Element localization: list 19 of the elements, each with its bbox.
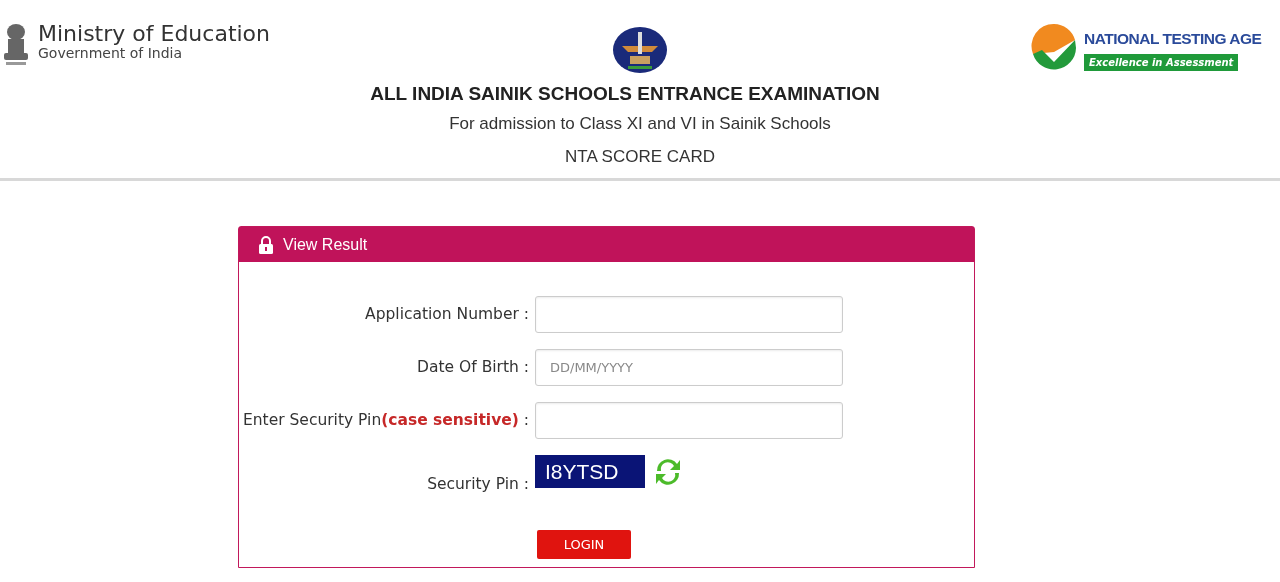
exam-title: ALL INDIA SAINIK SCHOOLS ENTRANCE EXAMINATION: [370, 82, 880, 106]
login-button[interactable]: LOGIN: [537, 530, 631, 560]
lock-icon: [259, 235, 273, 254]
input-field[interactable]: [535, 296, 843, 333]
input-field[interactable]: DD/MM/YYYY: [535, 349, 843, 386]
agency-tagline: Excellence in Assessment: [1084, 53, 1239, 71]
field-label: Date Of Birth :: [416, 356, 530, 378]
form-title: View Result: [283, 234, 368, 255]
score-card-title: NTA SCORE CARD: [565, 146, 715, 168]
ministry-title: Ministry of Education: [38, 22, 271, 47]
school-crest-icon: [612, 26, 668, 74]
field-label: Enter Security Pin(case sensitive) :: [242, 409, 530, 431]
input-field[interactable]: [535, 402, 843, 439]
agency-title: NATIONAL TESTING AGE: [1084, 30, 1262, 49]
exam-subtitle: For admission to Class XI and VI in Sainik Schools: [449, 112, 831, 135]
captcha-image: I8YTSD: [535, 455, 645, 488]
ministry-subtitle: Government of India: [38, 46, 184, 62]
field-label: Security Pin :: [426, 474, 530, 495]
field-label: Application Number :: [364, 303, 530, 325]
